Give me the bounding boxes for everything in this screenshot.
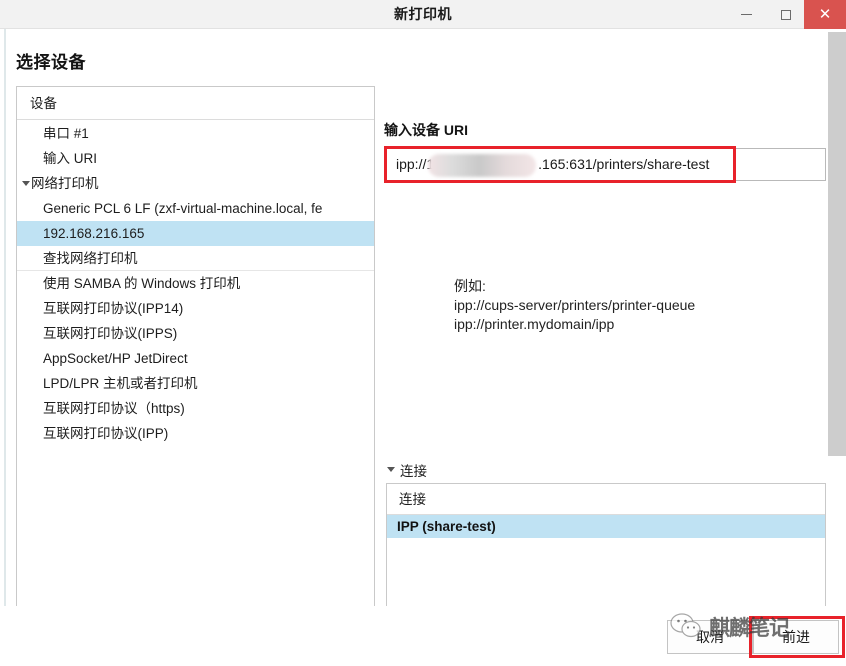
device-list-item[interactable]: 互联网打印协议(IPP) <box>17 421 374 446</box>
device-list-item-label: Generic PCL 6 LF (zxf-virtual-machine.lo… <box>43 201 323 216</box>
device-list-item[interactable]: 查找网络打印机 <box>17 246 374 271</box>
dialog-footer: 取消 前进 <box>4 606 845 666</box>
device-list-item[interactable]: 互联网打印协议(IPPS) <box>17 321 374 346</box>
device-list-panel: 设备 串口 #1 输入 URI 网络打印机 Generic PCL 6 LF (zxf… <box>16 86 375 631</box>
device-list-item[interactable]: 互联网打印协议（https) <box>17 396 374 421</box>
device-list-item[interactable]: Generic PCL 6 LF (zxf-virtual-machine.lo… <box>17 196 374 221</box>
connection-section-label-text: 连接 <box>400 464 427 479</box>
maximize-button[interactable] <box>766 0 806 29</box>
device-list-item[interactable]: 使用 SAMBA 的 Windows 打印机 <box>17 271 374 296</box>
connection-list-item-label: IPP (share-test) <box>397 519 496 534</box>
device-list-header: 设备 <box>17 87 374 120</box>
device-list-item[interactable]: LPD/LPR 主机或者打印机 <box>17 371 374 396</box>
device-list-item-label: 互联网打印协议(IPP) <box>43 426 169 441</box>
vertical-scrollbar-thumb[interactable] <box>828 32 846 456</box>
device-list-item-label: 输入 URI <box>43 151 97 166</box>
dialog-body: 选择设备 设备 串口 #1 输入 URI 网络打印机 Generic PCL 6 LF… <box>4 29 842 666</box>
device-list-item[interactable]: 192.168.216.165 <box>17 221 374 246</box>
device-list-item-label: 互联网打印协议(IPP14) <box>43 301 184 316</box>
device-list-item-label: 使用 SAMBA 的 Windows 打印机 <box>43 276 241 291</box>
maximize-icon <box>781 9 791 20</box>
device-list-item[interactable]: 互联网打印协议(IPP14) <box>17 296 374 321</box>
printer-dialog-window: 新打印机 ✕ 选择设备 设备 串口 #1 输入 URI 网络打印机 Generic P… <box>0 0 846 666</box>
device-list-item[interactable]: 网络打印机 <box>17 171 374 196</box>
cancel-button[interactable]: 取消 <box>667 620 753 654</box>
connection-list[interactable]: IPP (share-test) <box>387 515 825 538</box>
minimize-icon <box>740 14 752 15</box>
device-list-item[interactable]: AppSocket/HP JetDirect <box>17 346 374 371</box>
device-list[interactable]: 串口 #1 输入 URI 网络打印机 Generic PCL 6 LF (zxf-vi… <box>17 121 374 630</box>
device-list-item-label: 串口 #1 <box>43 126 89 141</box>
device-list-item-label: 互联网打印协议(IPPS) <box>43 326 178 341</box>
close-icon: ✕ <box>818 6 832 23</box>
next-button-highlight-annotation <box>749 616 845 658</box>
device-list-item-label: 网络打印机 <box>31 176 99 191</box>
uri-highlight-annotation <box>384 146 736 183</box>
device-list-item-label: AppSocket/HP JetDirect <box>43 351 188 366</box>
uri-panel: 输入设备 URI ipp://1.165:631/printers/share-… <box>384 86 829 631</box>
device-list-item-label: 192.168.216.165 <box>43 226 145 241</box>
connection-list-item[interactable]: IPP (share-test) <box>387 515 825 538</box>
chevron-down-icon <box>387 467 395 472</box>
uri-example-text: 例如: ipp://cups-server/printers/printer-q… <box>454 278 696 332</box>
page-title: 选择设备 <box>16 53 86 72</box>
device-list-item-label: 互联网打印协议（https) <box>43 401 185 416</box>
close-button[interactable]: ✕ <box>804 0 846 29</box>
connection-list-header: 连接 <box>387 484 825 515</box>
window-title: 新打印机 <box>394 6 452 22</box>
uri-label: 输入设备 URI <box>384 122 468 138</box>
device-list-item[interactable]: 串口 #1 <box>17 121 374 146</box>
device-list-item-label: LPD/LPR 主机或者打印机 <box>43 376 198 391</box>
minimize-button[interactable] <box>726 0 766 29</box>
title-bar: 新打印机 ✕ <box>0 0 846 29</box>
device-list-item[interactable]: 输入 URI <box>17 146 374 171</box>
connection-section-label: 连接 <box>387 460 427 480</box>
device-list-item-label: 查找网络打印机 <box>43 251 138 266</box>
chevron-down-icon <box>22 181 30 186</box>
